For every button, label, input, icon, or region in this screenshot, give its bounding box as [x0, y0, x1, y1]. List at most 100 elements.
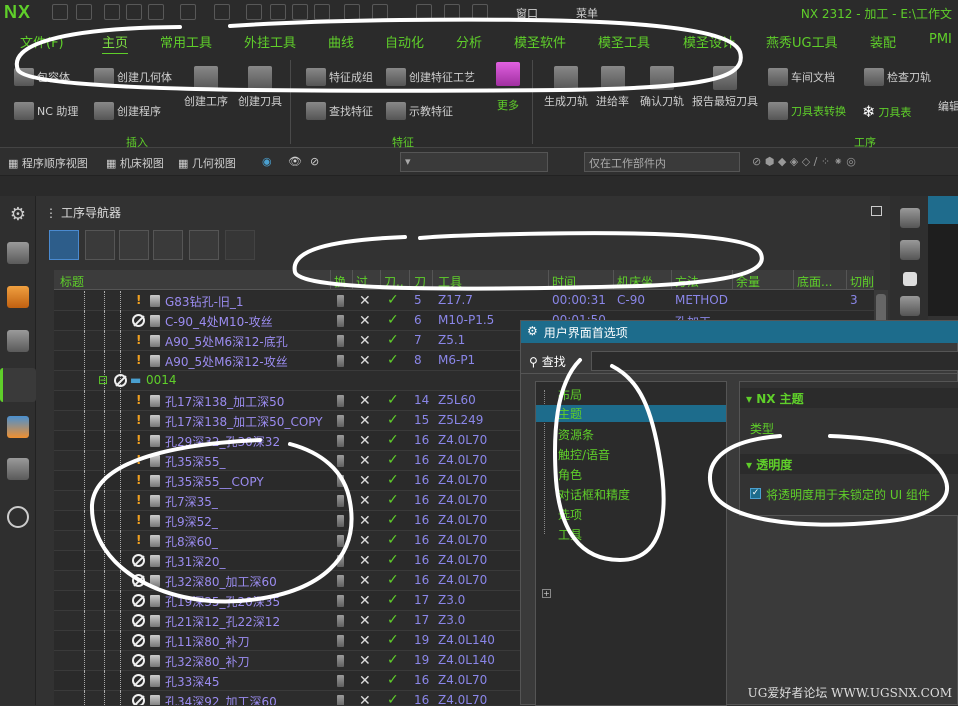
tool-holder-icon[interactable] [900, 296, 920, 316]
mcs-icon[interactable]: ◉ [262, 155, 272, 168]
maximize-icon[interactable] [871, 206, 882, 216]
machine-icon[interactable] [900, 240, 920, 260]
tab-analysis[interactable]: 分析 [456, 32, 482, 51]
create-feature-process-button[interactable]: 创建特征工艺 [386, 68, 475, 86]
tab-plugin-tools[interactable]: 外挂工具 [244, 32, 296, 51]
col-stock[interactable]: 余量 [736, 273, 760, 290]
feature-group-button[interactable]: 特征成组 [306, 68, 373, 86]
tab-common-tools[interactable]: 常用工具 [160, 32, 212, 51]
part-icon[interactable] [900, 208, 920, 228]
category-options[interactable]: 选项 [558, 506, 582, 523]
program-order-view-button[interactable]: ▦ 程序顺序视图 [8, 155, 88, 171]
assembly-navigator-icon[interactable] [7, 286, 29, 308]
tab-mosheng-design[interactable]: 模圣设计 [683, 32, 735, 51]
method-view-toggle[interactable] [153, 230, 183, 260]
remove-column-toggle[interactable] [225, 230, 255, 260]
touch-mode-icon[interactable] [444, 4, 460, 20]
geometry-view-button[interactable]: ▦ 几何视图 [178, 155, 236, 171]
category-layout[interactable]: 布局 [558, 386, 582, 403]
create-program-button[interactable]: 创建程序 [94, 102, 161, 120]
shortest-tool-report-button[interactable]: 报告最短刀具 [692, 66, 758, 109]
create-operation-button[interactable]: 创建工序 [184, 66, 228, 109]
col-tool-number[interactable]: 刀 [414, 273, 426, 290]
part-navigator-icon[interactable] [7, 242, 29, 264]
delete-icon[interactable] [314, 4, 330, 20]
tab-assembly[interactable]: 装配 [870, 32, 896, 51]
add-column-toggle[interactable] [189, 230, 219, 260]
col-mcs[interactable]: 机床坐... [617, 273, 664, 290]
tab-automation[interactable]: 自动化 [385, 32, 424, 51]
selection-filter-dropdown[interactable]: ▾ [400, 152, 548, 172]
checkbox-icon[interactable] [903, 272, 917, 286]
tab-curve[interactable]: 曲线 [328, 32, 354, 51]
save-icon[interactable] [104, 4, 120, 20]
save-as-icon[interactable] [148, 4, 164, 20]
copy-icon[interactable] [270, 4, 286, 20]
bounding-body-button[interactable]: 包容体 [14, 68, 70, 86]
table-row[interactable]: ! G83钻孔-旧_1 ✕ ✓ 5 Z17.7 00:00:31 C-90 METHOD 3 [54, 291, 874, 311]
col-floor[interactable]: 底面... [797, 273, 832, 290]
tab-pmi[interactable]: PMI [929, 32, 952, 47]
col-tool[interactable]: 工具 [438, 273, 462, 290]
machine-tool-view-button[interactable]: ▦ 机床视图 [106, 155, 164, 171]
category-touch-voice[interactable]: 触控/语音 [558, 446, 610, 463]
transparency-section[interactable]: ▾ 透明度 [740, 454, 958, 474]
create-tool-button[interactable]: 创建刀具 [238, 66, 282, 109]
col-cut[interactable]: 切削 [850, 273, 874, 290]
tool-list-button[interactable]: ❄ 刀具表 [862, 102, 911, 121]
expand-icon[interactable]: + [542, 589, 551, 598]
open-file-icon[interactable] [76, 4, 92, 20]
collapse-icon[interactable]: ⊟ [98, 373, 108, 387]
undo-icon[interactable] [180, 4, 196, 20]
paste-icon[interactable] [292, 4, 308, 20]
nc-assistant-button[interactable]: NC 助理 [14, 102, 78, 120]
edit-data-button[interactable]: 编辑数 [938, 98, 958, 114]
switch-window-icon[interactable] [472, 4, 488, 20]
generate-toolpath-button[interactable]: 生成刀轨 [544, 66, 588, 109]
machine-navigator-icon[interactable] [7, 416, 29, 438]
teach-feature-button[interactable]: 示教特征 [386, 102, 453, 120]
tab-home[interactable]: 主页 [102, 32, 129, 55]
new-file-icon[interactable] [52, 4, 68, 20]
category-resource-bar[interactable]: 资源条 [558, 426, 594, 443]
snap-icons[interactable]: ⊘ ⬢ ◆ ◈ ◇ ∕ ⁘ ⁕ ◎ [752, 155, 856, 168]
search-input[interactable] [591, 351, 958, 371]
geometry-view-toggle[interactable] [119, 230, 149, 260]
col-toolpath[interactable]: 刀.. [384, 273, 404, 290]
menu-button[interactable]: 菜单 [576, 5, 598, 21]
dialog-title-bar[interactable]: ⚙ 用户界面首选项 [521, 321, 958, 343]
transparency-checkbox[interactable]: ✓ [750, 488, 761, 499]
refresh-icon[interactable] [928, 196, 958, 224]
feature-machining-button[interactable] [496, 62, 520, 86]
settings-icon[interactable]: ⚙ [7, 204, 29, 226]
col-method[interactable]: 方法 [675, 273, 699, 290]
tab-mosheng-software[interactable]: 模圣软件 [514, 32, 566, 51]
verify-toolpath-button[interactable]: 确认刀轨 [640, 66, 684, 109]
col-time[interactable]: 时间 [552, 273, 576, 290]
window-menu[interactable]: 窗口 [516, 5, 538, 21]
repeat-command-icon[interactable] [372, 4, 388, 20]
shop-documentation-button[interactable]: 车间文档 [768, 68, 835, 86]
tab-file[interactable]: 文件(F) [20, 32, 64, 51]
feed-rate-button[interactable]: 进给率 [596, 66, 629, 109]
constraint-navigator-icon[interactable] [7, 330, 29, 352]
microphone-icon[interactable] [416, 4, 432, 20]
category-dialog-precision[interactable]: 对话框和精度 [558, 486, 630, 503]
find-feature-button[interactable]: 查找特征 [306, 102, 373, 120]
col-change[interactable]: 换 [334, 273, 346, 290]
check-toolpath-button[interactable]: 检查刀轨 [864, 68, 931, 86]
print-icon[interactable] [344, 4, 360, 20]
category-role[interactable]: 角色 [558, 466, 582, 483]
history-icon[interactable] [7, 506, 29, 528]
scope-filter-dropdown[interactable]: 仅在工作部件内 [584, 152, 740, 172]
reuse-library-icon[interactable] [7, 458, 29, 480]
hide-icon[interactable]: ⊘ [310, 155, 319, 168]
machine-view-toggle[interactable] [85, 230, 115, 260]
more-button[interactable]: 更多 [497, 97, 519, 113]
tab-yanxiu-ug[interactable]: 燕秀UG工具 [766, 32, 838, 51]
category-theme[interactable]: 主题 [536, 405, 726, 422]
nx-theme-section[interactable]: ▾ NX 主题 [740, 388, 958, 408]
cut-icon[interactable] [246, 4, 262, 20]
redo-icon[interactable] [214, 4, 230, 20]
category-tools[interactable]: 工具 [558, 526, 582, 543]
